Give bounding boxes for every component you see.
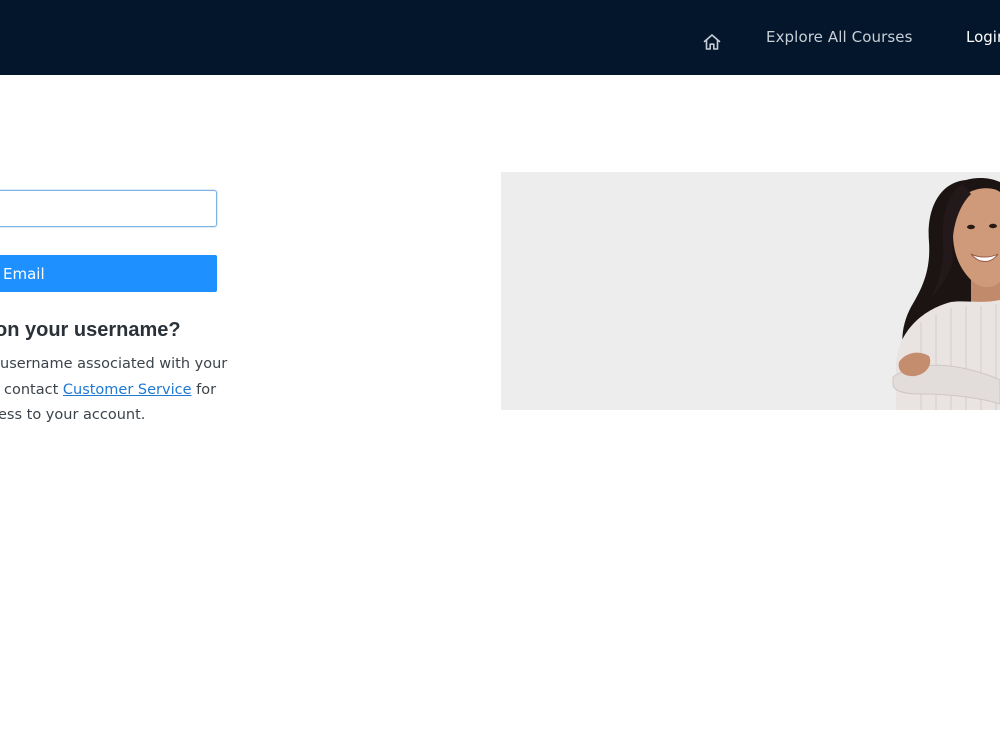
woman-photo-illustration (892, 177, 1000, 410)
nav-login[interactable]: Login (966, 28, 1000, 46)
help-text-suffix: for (196, 381, 217, 398)
help-text-line: username associated with your (0, 356, 228, 372)
help-text-prefix: contact (4, 381, 59, 398)
home-icon (703, 34, 721, 50)
customer-service-link[interactable]: Customer Service (63, 382, 192, 398)
home-link[interactable] (700, 30, 724, 54)
help-text: username associated with your contact Cu… (0, 352, 228, 429)
email-input[interactable] (0, 190, 217, 227)
help-text-line: ess to your account. (0, 407, 146, 423)
top-navigation-bar: Explore All Courses Login (0, 0, 1000, 75)
email-submit-label: Email (3, 264, 45, 283)
help-heading: on your username? (0, 319, 181, 341)
email-submit-button[interactable]: Email (0, 255, 217, 292)
help-text-line: contact Customer Service for (4, 378, 220, 404)
nav-explore-all-courses[interactable]: Explore All Courses (766, 28, 913, 46)
hero-image (501, 172, 1000, 410)
